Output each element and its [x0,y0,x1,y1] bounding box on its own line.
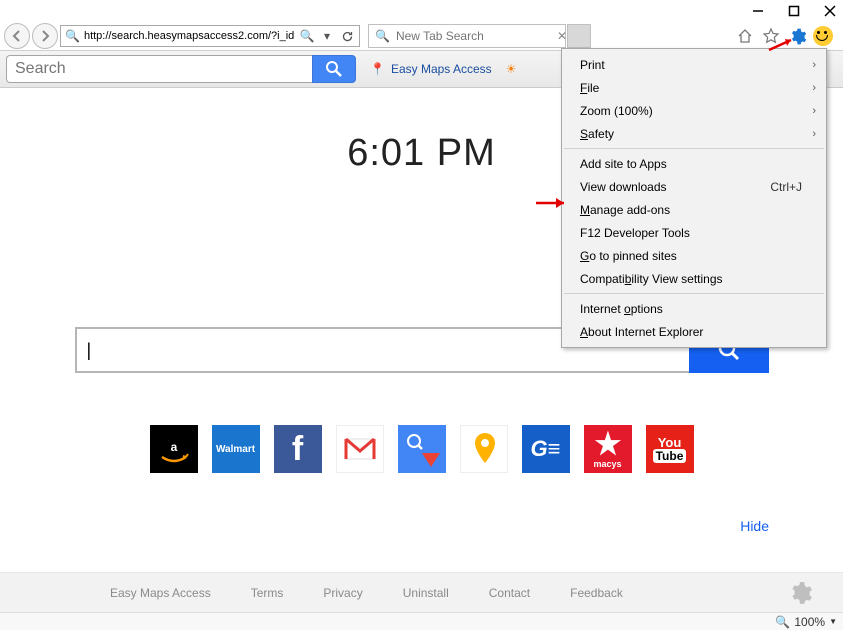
chevron-right-icon: › [812,59,816,71]
footer-link-contact[interactable]: Contact [489,586,530,600]
menu-print[interactable]: Print› [562,53,826,76]
tile-maps[interactable] [460,425,508,473]
menu-pinned-sites[interactable]: Go to pinned sites [562,244,826,267]
footer-link-uninstall[interactable]: Uninstall [403,586,449,600]
maps-pin-icon: 📍 [370,62,385,76]
tab-search-input[interactable] [396,29,551,43]
menu-manage-addons[interactable]: Manage add-ons [562,198,826,221]
zoom-level[interactable]: 100% [794,615,825,629]
tile-walmart[interactable]: Walmart [212,425,260,473]
tile-facebook[interactable]: f [274,425,322,473]
back-button[interactable] [4,23,30,49]
hide-link[interactable]: Hide [740,518,769,534]
window-minimize[interactable] [749,2,767,20]
window-titlebar [0,0,843,22]
status-bar: 🔍 100% ▼ [0,612,843,630]
footer-gear-icon[interactable] [787,580,813,606]
menu-separator [564,293,824,294]
browser-tab[interactable]: 🔍 ✕ [368,24,566,48]
zoom-dropdown-icon[interactable]: ▼ [829,617,837,626]
window-maximize[interactable] [785,2,803,20]
tile-gasbuddy[interactable]: G≡ [522,425,570,473]
footer-link-brand[interactable]: Easy Maps Access [110,586,211,600]
home-icon[interactable] [735,26,755,46]
url-input[interactable] [84,30,295,42]
toolbar-search-input[interactable] [6,55,312,83]
search-provider-icon: 🔍 [65,29,80,43]
footer-link-feedback[interactable]: Feedback [570,586,623,600]
tab-search-icon: 🔍 [375,29,390,43]
toolbar-weather-icon[interactable]: ☀ [506,62,517,76]
menu-compat-view[interactable]: Compatibility View settings [562,267,826,290]
toolbar-search-button[interactable] [312,55,356,83]
menu-internet-options[interactable]: Internet options [562,297,826,320]
tab-close-icon[interactable]: ✕ [557,29,567,43]
chevron-right-icon: › [812,82,816,94]
toolbar-link-maps[interactable]: 📍 Easy Maps Access [370,62,492,76]
refresh-icon[interactable] [339,28,355,44]
menu-safety[interactable]: Safety› [562,122,826,145]
toolbar-link-label: Easy Maps Access [391,62,492,76]
menu-add-site[interactable]: Add site to Apps [562,152,826,175]
page-footer: Easy Maps Access Terms Privacy Uninstall… [0,572,843,612]
search-icon[interactable]: 🔍 [299,28,315,44]
annotation-arrow-gear [767,36,797,54]
menu-zoom[interactable]: Zoom (100%)› [562,99,826,122]
menu-separator [564,148,824,149]
footer-link-terms[interactable]: Terms [251,586,284,600]
annotation-arrow-addons [534,196,570,210]
feedback-smiley-icon[interactable] [813,26,833,46]
quick-tiles: a Walmart f G≡ macys YouTube [0,425,843,473]
tools-menu: Print› File› Zoom (100%)› Safety› Add si… [561,48,827,348]
menu-view-downloads[interactable]: View downloadsCtrl+J [562,175,826,198]
tile-amazon[interactable]: a [150,425,198,473]
tile-google-maps[interactable] [398,425,446,473]
svg-text:a: a [170,440,177,454]
address-bar[interactable]: 🔍 🔍 ▾ [60,25,360,47]
window-close[interactable] [821,2,839,20]
chevron-right-icon: › [812,128,816,140]
footer-link-privacy[interactable]: Privacy [323,586,362,600]
new-tab-button[interactable] [567,24,591,48]
menu-file[interactable]: File› [562,76,826,99]
dropdown-icon[interactable]: ▾ [319,28,335,44]
shortcut-label: Ctrl+J [770,180,802,194]
chevron-right-icon: › [812,105,816,117]
menu-f12[interactable]: F12 Developer Tools [562,221,826,244]
tile-youtube[interactable]: YouTube [646,425,694,473]
forward-button[interactable] [32,23,58,49]
tile-macys[interactable]: macys [584,425,632,473]
tile-gmail[interactable] [336,425,384,473]
zoom-icon[interactable]: 🔍 [775,615,790,629]
tile-macys-label: macys [593,459,621,469]
menu-about-ie[interactable]: About Internet Explorer [562,320,826,343]
browser-navbar: 🔍 🔍 ▾ 🔍 ✕ [0,22,843,50]
